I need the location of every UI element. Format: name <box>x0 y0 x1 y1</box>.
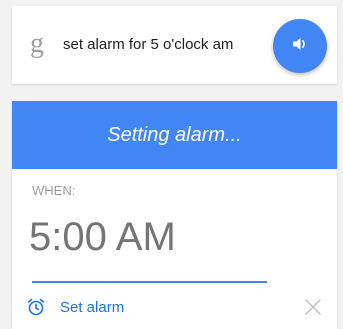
alarm-time[interactable]: 5:00 AM <box>29 217 176 257</box>
voice-query-text: set alarm for 5 o'clock am <box>63 36 234 53</box>
search-card: g set alarm for 5 o'clock am <box>12 6 337 84</box>
banner-status-text: Setting alarm... <box>107 124 242 146</box>
google-logo: g <box>30 28 44 59</box>
alarm-card: Setting alarm... WHEN: 5:00 AM Set alarm <box>12 101 337 329</box>
alarm-clock-icon <box>26 297 46 317</box>
close-icon <box>303 299 323 321</box>
status-banner: Setting alarm... <box>12 101 337 169</box>
when-label: WHEN: <box>32 183 76 198</box>
set-alarm-button[interactable]: Set alarm <box>26 293 124 321</box>
voice-output-button[interactable] <box>273 19 327 73</box>
close-button[interactable] <box>303 297 323 317</box>
set-alarm-label: Set alarm <box>60 298 125 316</box>
time-underline <box>32 281 267 283</box>
speaker-icon <box>290 34 310 59</box>
